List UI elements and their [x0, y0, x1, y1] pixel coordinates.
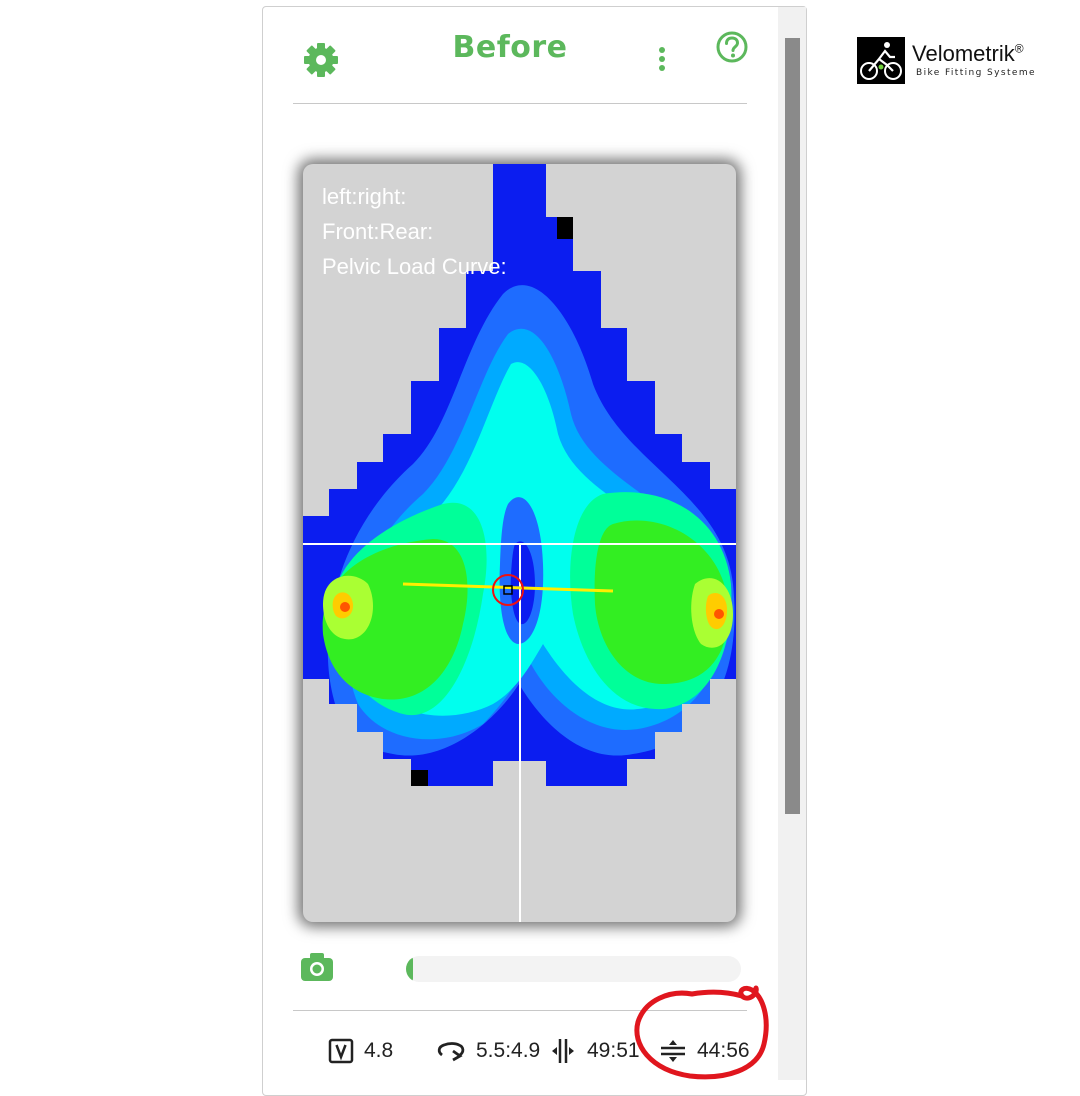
- front-rear-value: 44:56: [697, 1039, 750, 1062]
- brand-name: Velometrik®: [912, 41, 1024, 66]
- v-square-icon: [328, 1038, 354, 1064]
- pelvic-load-curve-label: Pelvic Load Curve:: [322, 254, 507, 279]
- header-divider: [293, 103, 747, 104]
- left-right-ratio-label: left:right:: [322, 184, 407, 209]
- left-right-value: 49:51: [587, 1039, 640, 1062]
- v-stat: 4.8: [328, 1036, 393, 1066]
- split-vertical-icon: [661, 1040, 685, 1062]
- camera-icon[interactable]: [300, 952, 334, 982]
- left-right-stat: 49:51: [549, 1036, 640, 1066]
- v-value: 4.8: [364, 1039, 394, 1062]
- gear-icon[interactable]: [303, 42, 339, 78]
- brand-tagline: Bike Fitting Systeme: [916, 68, 1036, 78]
- split-horizontal-icon: [552, 1039, 574, 1063]
- rotation-value: 5.5:4.9: [476, 1039, 541, 1062]
- front-rear-stat: 44:56: [659, 1036, 750, 1066]
- kebab-menu-icon[interactable]: [650, 44, 674, 76]
- capture-progress-fill: [406, 956, 413, 982]
- capture-progress-bar: [406, 956, 741, 982]
- page-title: Before: [452, 30, 568, 65]
- question-circle-icon[interactable]: [715, 30, 749, 64]
- cyclist-logo-icon: [857, 37, 905, 84]
- scrollbar-thumb[interactable]: [785, 38, 800, 814]
- rotation-arrow-icon: [437, 1042, 465, 1062]
- rotation-stat: 5.5:4.9: [436, 1036, 540, 1066]
- velometrik-logo: Velometrik® Bike Fitting Systeme: [857, 37, 1057, 85]
- front-rear-ratio-label: Front:Rear:: [322, 219, 434, 244]
- pressure-heatmap: left:right: Front:Rear: Pelvic Load Curv…: [303, 164, 736, 922]
- footer-divider: [293, 1010, 747, 1011]
